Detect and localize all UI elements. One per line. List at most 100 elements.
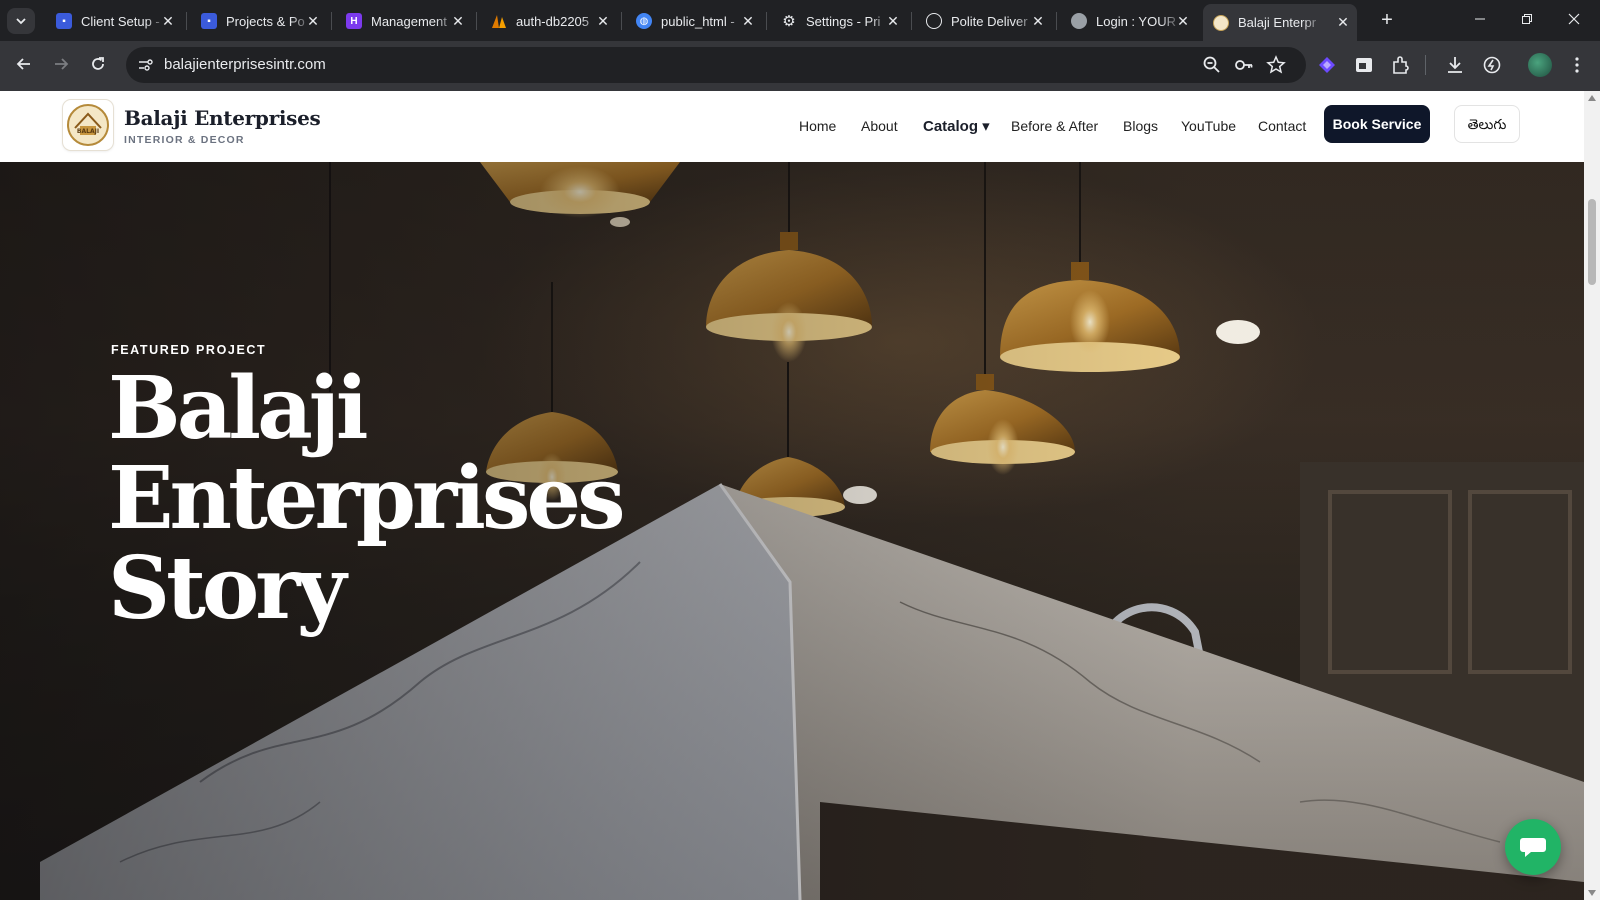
chat-bubble-icon [1520,838,1546,857]
tab-client-setup[interactable]: ▪ Client Setup - ✕ [46,6,182,36]
site-info-icon[interactable] [136,56,154,74]
scroll-down-arrow-icon[interactable] [1588,890,1596,896]
tab-auth-db[interactable]: auth-db2205 ✕ [481,6,617,36]
close-icon[interactable]: ✕ [740,13,756,29]
forward-button[interactable] [48,53,74,79]
language-toggle-button[interactable]: తెలుగు [1454,105,1520,143]
tab-search-button[interactable] [7,8,35,34]
close-icon[interactable]: ✕ [885,13,901,29]
tab-strip: ▪ Client Setup - ✕ ▪ Projects & Po ✕ H M… [0,0,1600,41]
scroll-up-arrow-icon[interactable] [1588,95,1596,101]
page-scrollbar[interactable] [1584,91,1600,900]
address-bar[interactable]: balajienterprisesintr.com [126,47,1306,83]
close-icon[interactable]: ✕ [1335,14,1351,30]
close-icon[interactable]: ✕ [160,13,176,29]
tab-label: public_html - [661,13,735,29]
hero-eyebrow: FEATURED PROJECT [111,343,267,357]
tab-separator [621,12,622,30]
chevron-down-icon [16,18,26,25]
close-icon[interactable]: ✕ [450,13,466,29]
brand-logo[interactable]: BALAJI [63,100,113,150]
extension-diamond-icon[interactable] [1316,54,1338,76]
brand-name[interactable]: Balaji Enterprises [124,106,321,130]
tab-public-html[interactable]: ◍ public_html - ✕ [626,6,762,36]
book-service-button[interactable]: Book Service [1324,105,1430,143]
zoom-icon[interactable] [1202,55,1222,75]
tab-separator [911,12,912,30]
hero-title-line: Story [108,538,346,639]
site-favicon [1213,14,1229,31]
nav-home[interactable]: Home [799,118,836,134]
close-window-button[interactable] [1562,8,1586,32]
nav-about[interactable]: About [861,118,898,134]
toolbar-divider [1425,55,1426,75]
h-logo-icon: H [346,13,362,29]
arrow-left-icon [16,58,30,70]
chat-button[interactable] [1505,819,1561,875]
back-button[interactable] [11,53,37,79]
profile-avatar[interactable] [1528,53,1552,77]
reload-icon [92,57,104,70]
restore-icon [1522,14,1532,24]
extensions-puzzle-icon[interactable] [1390,54,1412,76]
tab-polite-deliver[interactable]: Polite Deliver ✕ [916,6,1052,36]
minimize-icon [1475,18,1485,20]
hero-section: FEATURED PROJECT Balaji Enterprises Stor… [0,162,1584,900]
nav-contact[interactable]: Contact [1258,118,1306,134]
tab-label: Login : YOUR [1096,13,1176,29]
star-icon[interactable] [1266,55,1286,75]
hero-title-line: Balaji [108,358,369,459]
sails-logo-icon [491,13,507,29]
tab-label: Settings - Pri [806,13,881,29]
tab-label: Projects & Po [226,13,305,29]
browser-toolbar: balajienterprisesintr.com [0,41,1600,91]
performance-icon[interactable] [1481,54,1503,76]
tab-settings[interactable]: ⚙ Settings - Pri ✕ [771,6,907,36]
key-icon[interactable] [1234,55,1254,75]
nav-youtube[interactable]: YouTube [1181,118,1236,134]
download-icon[interactable] [1444,54,1466,76]
tab-projects[interactable]: ▪ Projects & Po ✕ [191,6,327,36]
tab-label: Management [371,13,447,29]
close-icon[interactable]: ✕ [595,13,611,29]
tab-separator [766,12,767,30]
logo-emblem: BALAJI [67,104,109,146]
tab-management[interactable]: H Management ✕ [336,6,472,36]
tab-label: Client Setup - [81,13,160,29]
tab-separator [476,12,477,30]
scroll-thumb[interactable] [1588,199,1596,285]
tab-label: Polite Deliver [951,13,1028,29]
restore-button[interactable] [1515,8,1539,32]
arrow-right-icon [55,58,69,70]
site-header: BALAJI Balaji Enterprises INTERIOR & DEC… [0,91,1584,162]
globe-icon: ◍ [636,13,652,29]
page-viewport: BALAJI Balaji Enterprises INTERIOR & DEC… [0,91,1584,900]
url-text[interactable]: balajienterprisesintr.com [164,56,326,73]
tab-separator [186,12,187,30]
openai-icon [926,13,942,29]
close-icon[interactable]: ✕ [1030,13,1046,29]
close-icon[interactable]: ✕ [305,13,321,29]
close-icon [1568,13,1580,25]
extension-panel-icon[interactable] [1353,54,1375,76]
nav-before-after[interactable]: Before & After [1011,118,1098,134]
globe-icon [1071,13,1087,29]
gear-icon: ⚙ [782,13,796,30]
nav-blogs[interactable]: Blogs [1123,118,1158,134]
tab-label: auth-db2205 [516,13,590,29]
hero-title: Balaji Enterprises Story [108,364,728,634]
nav-catalog-dropdown[interactable]: Catalog ▾ [923,117,990,135]
tab-login[interactable]: Login : YOUR ✕ [1061,6,1197,36]
tab-separator [1056,12,1057,30]
reload-button[interactable] [85,53,111,79]
minimize-button[interactable] [1468,8,1492,32]
new-tab-button[interactable]: + [1375,9,1399,33]
document-icon: ▪ [201,13,217,29]
more-menu-icon[interactable] [1566,54,1588,76]
tab-separator [331,12,332,30]
tab-balaji-active[interactable]: Balaji Enterpr ✕ [1203,4,1357,41]
tab-label: Balaji Enterpr [1238,15,1317,30]
document-icon: ▪ [56,13,72,29]
brand-tagline: INTERIOR & DECOR [124,134,245,146]
close-icon[interactable]: ✕ [1175,13,1191,29]
